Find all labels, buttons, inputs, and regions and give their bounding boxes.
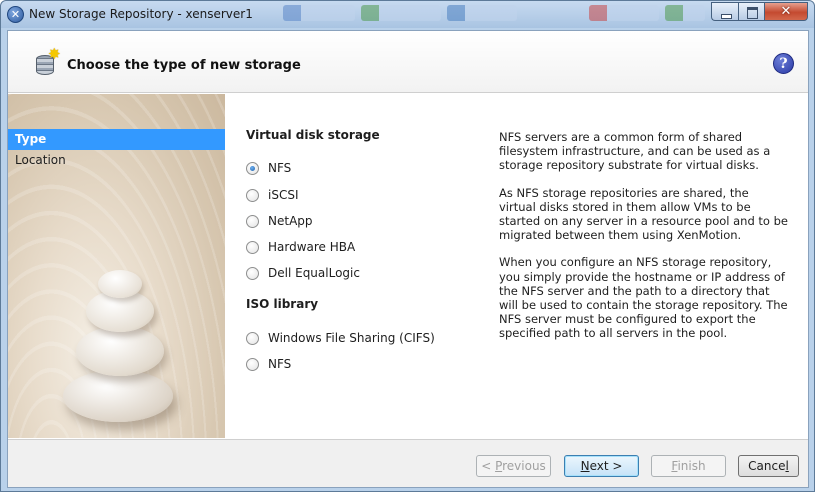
radio-label: NFS — [268, 161, 292, 175]
radio-label: iSCSI — [268, 188, 299, 202]
previous-button[interactable]: < Previous — [476, 455, 551, 477]
background-taskbar-thumbnail — [447, 5, 517, 21]
step-type[interactable]: Type — [8, 129, 225, 150]
radio-iso-nfs[interactable]: NFS — [246, 355, 291, 373]
wizard-header: ✸ Choose the type of new storage ? — [8, 31, 808, 93]
radio-vd-dell-equallogic[interactable]: Dell EqualLogic — [246, 264, 360, 282]
dialog-client-area: ✸ Choose the type of new storage ? Type … — [7, 30, 809, 488]
maximize-button[interactable] — [738, 2, 764, 21]
finish-button[interactable]: Finish — [651, 455, 726, 477]
wizard-footer: < Previous Next > Finish Cancel — [8, 439, 808, 487]
virtual-disk-storage-heading: Virtual disk storage — [246, 128, 380, 142]
zen-stone-image — [98, 270, 142, 298]
storage-database-icon: ✸ — [36, 45, 61, 77]
radio-button[interactable] — [246, 188, 259, 202]
background-taskbar-thumbnail — [283, 5, 355, 21]
dialog-window: ✕ New Storage Repository - xenserver1 ✕ … — [0, 0, 815, 492]
radio-label: NetApp — [268, 214, 313, 228]
background-taskbar-thumbnail — [589, 5, 659, 21]
radio-label: Windows File Sharing (CIFS) — [268, 331, 435, 345]
radio-button[interactable] — [246, 240, 259, 254]
minimize-button[interactable] — [711, 2, 738, 21]
close-icon: ✕ — [780, 4, 792, 19]
background-taskbar-thumbnail — [361, 5, 441, 21]
description-paragraph: As NFS storage repositories are shared, … — [499, 185, 788, 243]
radio-button[interactable] — [246, 214, 259, 228]
radio-button[interactable] — [246, 331, 259, 345]
window-title: New Storage Repository - xenserver1 — [29, 7, 253, 21]
close-button[interactable]: ✕ — [764, 2, 808, 21]
radio-label: NFS — [268, 357, 292, 371]
radio-button-checked[interactable] — [246, 161, 259, 175]
iso-library-heading: ISO library — [246, 297, 319, 311]
zen-stone-image — [76, 326, 164, 376]
help-icon[interactable]: ? — [773, 53, 794, 74]
new-star-icon: ✸ — [48, 45, 61, 63]
radio-label: Hardware HBA — [268, 240, 356, 254]
page-title: Choose the type of new storage — [67, 58, 301, 73]
window-controls: ✕ — [711, 2, 808, 22]
storage-type-description: NFS servers are a common form of shared … — [499, 130, 789, 354]
radio-button[interactable] — [246, 266, 259, 280]
xenserver-icon: ✕ — [7, 6, 24, 23]
description-paragraph: When you configure an NFS storage reposi… — [499, 255, 788, 341]
description-paragraph: NFS servers are a common form of shared … — [499, 130, 771, 173]
step-location[interactable]: Location — [8, 150, 225, 171]
radio-button[interactable] — [246, 357, 259, 371]
radio-vd-hardware-hba[interactable]: Hardware HBA — [246, 238, 355, 256]
zen-stone-image — [63, 370, 173, 422]
radio-label: Dell EqualLogic — [268, 266, 360, 280]
radio-vd-iscsi[interactable]: iSCSI — [246, 186, 299, 204]
radio-vd-netapp[interactable]: NetApp — [246, 212, 313, 230]
radio-iso-cifs[interactable]: Windows File Sharing (CIFS) — [246, 329, 435, 347]
background-taskbar-thumbnail — [665, 5, 705, 21]
cancel-button[interactable]: Cancel — [738, 455, 799, 477]
next-button[interactable]: Next > — [564, 455, 639, 477]
radio-vd-nfs[interactable]: NFS — [246, 159, 291, 177]
title-bar[interactable]: ✕ New Storage Repository - xenserver1 ✕ — [1, 1, 814, 28]
wizard-steps-panel: Type Location — [8, 94, 225, 438]
